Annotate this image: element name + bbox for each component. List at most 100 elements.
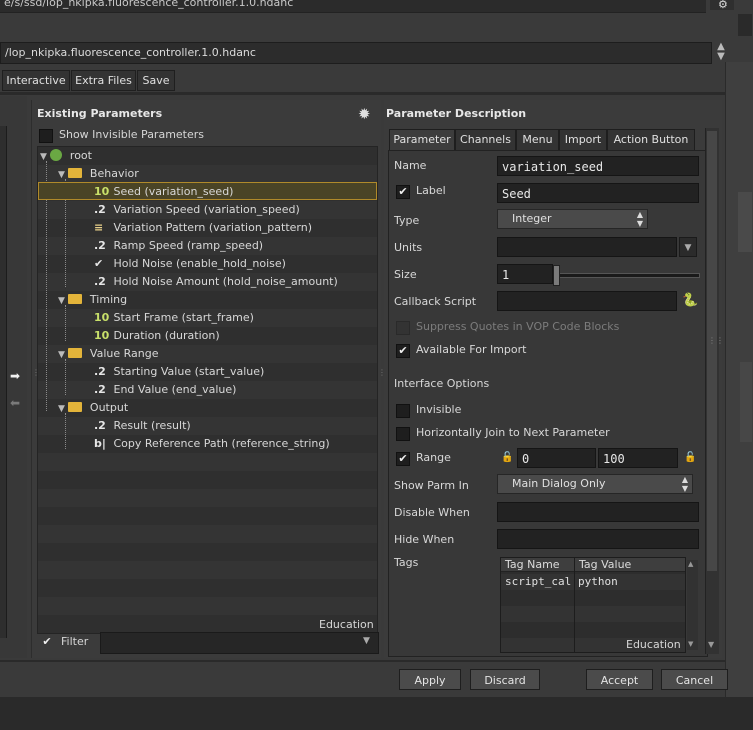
size-field[interactable]: 1 <box>497 264 553 284</box>
tags-table[interactable]: Tag Name Tag Value script_cal python Edu… <box>500 557 686 653</box>
tree-item-start-frame[interactable]: 10 Start Frame (start_frame) <box>94 309 254 327</box>
tab-import[interactable]: Import <box>559 129 607 151</box>
parameter-tree[interactable]: ▼ root ▼ Behavior 10 Seed (variation_see… <box>37 146 378 634</box>
education-watermark: Education <box>626 638 681 651</box>
tree-folder-value-range[interactable]: ▼ Value Range <box>58 345 159 363</box>
chevron-up-icon[interactable]: ▲ <box>688 560 693 568</box>
tab-extra-files[interactable]: Extra Files <box>71 70 136 91</box>
disable-when-field[interactable] <box>497 502 699 522</box>
collapse-icon[interactable]: ▼ <box>58 296 65 306</box>
accept-button[interactable]: Accept <box>586 669 653 690</box>
dropdown-handle[interactable] <box>738 14 752 36</box>
button-param-icon: b| <box>94 437 106 450</box>
tree-item-variation-pattern[interactable]: ≡ Variation Pattern (variation_pattern) <box>94 219 312 237</box>
tree-item-root[interactable]: ▼ root <box>40 147 92 165</box>
hda-path-field[interactable]: /lop_nkipka.fluorescence_controller.1.0.… <box>0 42 712 64</box>
gear-icon[interactable]: ✹ <box>358 105 371 123</box>
units-field[interactable] <box>497 237 677 257</box>
size-slider-track[interactable] <box>556 273 700 278</box>
callback-script-field[interactable] <box>497 291 677 311</box>
hjoin-checkbox[interactable] <box>396 427 410 441</box>
tab-channels[interactable]: Channels <box>455 129 516 151</box>
range-max-field[interactable]: 100 <box>598 448 678 468</box>
float-param-icon: .2 <box>94 239 106 252</box>
tree-item-hold-noise[interactable]: ✔ Hold Noise (enable_hold_noise) <box>94 255 286 273</box>
range-min-field[interactable]: 0 <box>517 448 596 468</box>
size-slider-handle[interactable] <box>553 265 560 286</box>
cancel-button[interactable]: Cancel <box>661 669 728 690</box>
show-parm-dropdown[interactable]: Main Dialog Only ▲ ▼ <box>497 474 693 494</box>
gear-icon[interactable]: ⚙ <box>718 0 728 11</box>
label-checkbox[interactable]: ✔ <box>396 185 410 199</box>
tags-header-name[interactable]: Tag Name <box>501 558 574 572</box>
folder-icon <box>68 294 83 304</box>
tree-folder-behavior[interactable]: ▼ Behavior <box>58 165 139 183</box>
filter-checkbox[interactable]: ✔ <box>41 636 53 648</box>
collapse-icon[interactable]: ▼ <box>58 170 65 180</box>
side-scroll-thumb[interactable] <box>738 192 752 252</box>
top-right-controls: ⚙ <box>706 0 753 40</box>
name-field[interactable]: variation_seed <box>497 156 699 176</box>
unlock-icon[interactable]: 🔓 <box>684 452 696 463</box>
move-right-arrow-icon[interactable]: ➡ <box>10 369 20 383</box>
tree-folder-timing[interactable]: ▼ Timing <box>58 291 127 309</box>
int-param-icon: 10 <box>94 185 110 198</box>
chevron-down-icon[interactable]: ▼ <box>708 640 714 649</box>
tree-item-end-value[interactable]: .2 End Value (end_value) <box>94 381 236 399</box>
tags-header-value[interactable]: Tag Value <box>575 558 685 572</box>
tree-item-seed[interactable]: 10 Seed (variation_seed) <box>38 182 377 200</box>
tree-item-variation-speed[interactable]: .2 Variation Speed (variation_speed) <box>94 201 300 219</box>
apply-button[interactable]: Apply <box>399 669 461 690</box>
updown-icon: ▲ ▼ <box>681 475 688 493</box>
tab-action-button[interactable]: Action Button <box>607 129 695 151</box>
tab-save[interactable]: Save <box>137 70 175 91</box>
type-dropdown[interactable]: Integer ▲ ▼ <box>497 209 648 229</box>
collapse-icon[interactable]: ▼ <box>40 152 47 162</box>
disable-when-label: Disable When <box>394 506 470 519</box>
tree-item-result[interactable]: .2 Result (result) <box>94 417 191 435</box>
discard-button[interactable]: Discard <box>470 669 540 690</box>
tab-interactive[interactable]: Interactive <box>2 70 70 91</box>
suppress-quotes-label: Suppress Quotes in VOP Code Blocks <box>416 320 620 333</box>
invisible-checkbox[interactable] <box>396 404 410 418</box>
chevron-down-icon[interactable]: ▼ <box>688 640 693 648</box>
interface-options-label: Interface Options <box>394 377 490 390</box>
tree-item-copy-reference-path[interactable]: b| Copy Reference Path (reference_string… <box>94 435 330 453</box>
label-label: Label <box>416 184 446 197</box>
tag-value-cell[interactable]: python <box>578 575 683 588</box>
tree-item-hold-noise-amount[interactable]: .2 Hold Noise Amount (hold_noise_amount) <box>94 273 338 291</box>
tree-folder-output[interactable]: ▼ Output <box>58 399 128 417</box>
available-import-checkbox[interactable]: ✔ <box>396 344 410 358</box>
collapse-icon[interactable]: ▼ <box>58 404 65 414</box>
show-invisible-checkbox[interactable] <box>39 129 53 143</box>
splitter-grip-icon[interactable]: ⋮ <box>378 368 386 377</box>
type-label: Type <box>394 214 420 227</box>
range-checkbox[interactable]: ✔ <box>396 452 410 466</box>
tags-scrollbar[interactable]: ▲ ▼ <box>687 560 698 650</box>
suppress-quotes-checkbox[interactable] <box>396 321 410 335</box>
hide-when-field[interactable] <box>497 529 699 549</box>
chevron-down-icon[interactable]: ▼ <box>363 636 370 646</box>
python-icon[interactable]: 🐍 <box>682 293 698 309</box>
move-left-arrow-icon[interactable]: ⬅ <box>10 396 20 410</box>
unlock-icon[interactable]: 🔓 <box>501 452 513 463</box>
tab-menu[interactable]: Menu <box>516 129 559 151</box>
scrollbar-thumb[interactable] <box>707 131 717 571</box>
show-invisible-label: Show Invisible Parameters <box>59 128 205 141</box>
tag-name-cell[interactable]: script_cal <box>505 575 574 588</box>
tree-item-duration[interactable]: 10 Duration (duration) <box>94 327 220 345</box>
side-scroll-thumb[interactable] <box>740 362 752 442</box>
tree-item-starting-value[interactable]: .2 Starting Value (start_value) <box>94 363 264 381</box>
splitter-grip-icon[interactable]: ⋮ <box>32 368 40 377</box>
filter-input[interactable] <box>100 632 379 654</box>
tree-item-ramp-speed[interactable]: .2 Ramp Speed (ramp_speed) <box>94 237 263 255</box>
show-parm-label: Show Parm In <box>394 479 469 492</box>
label-field[interactable]: Seed <box>497 183 699 203</box>
existing-parameters-title: Existing Parameters <box>37 107 163 120</box>
collapse-icon[interactable]: ▼ <box>58 350 65 360</box>
description-scrollbar[interactable]: ⋮⋮ ▼ <box>705 128 724 654</box>
tab-parameter[interactable]: Parameter <box>389 129 455 151</box>
path-menu-arrow-icon[interactable]: ▲ ▼ <box>715 42 727 62</box>
chevron-down-icon[interactable]: ▼ <box>679 237 697 257</box>
top-path-text: e/s/ssd/lop_nkipka.fluorescence_controll… <box>4 0 294 9</box>
